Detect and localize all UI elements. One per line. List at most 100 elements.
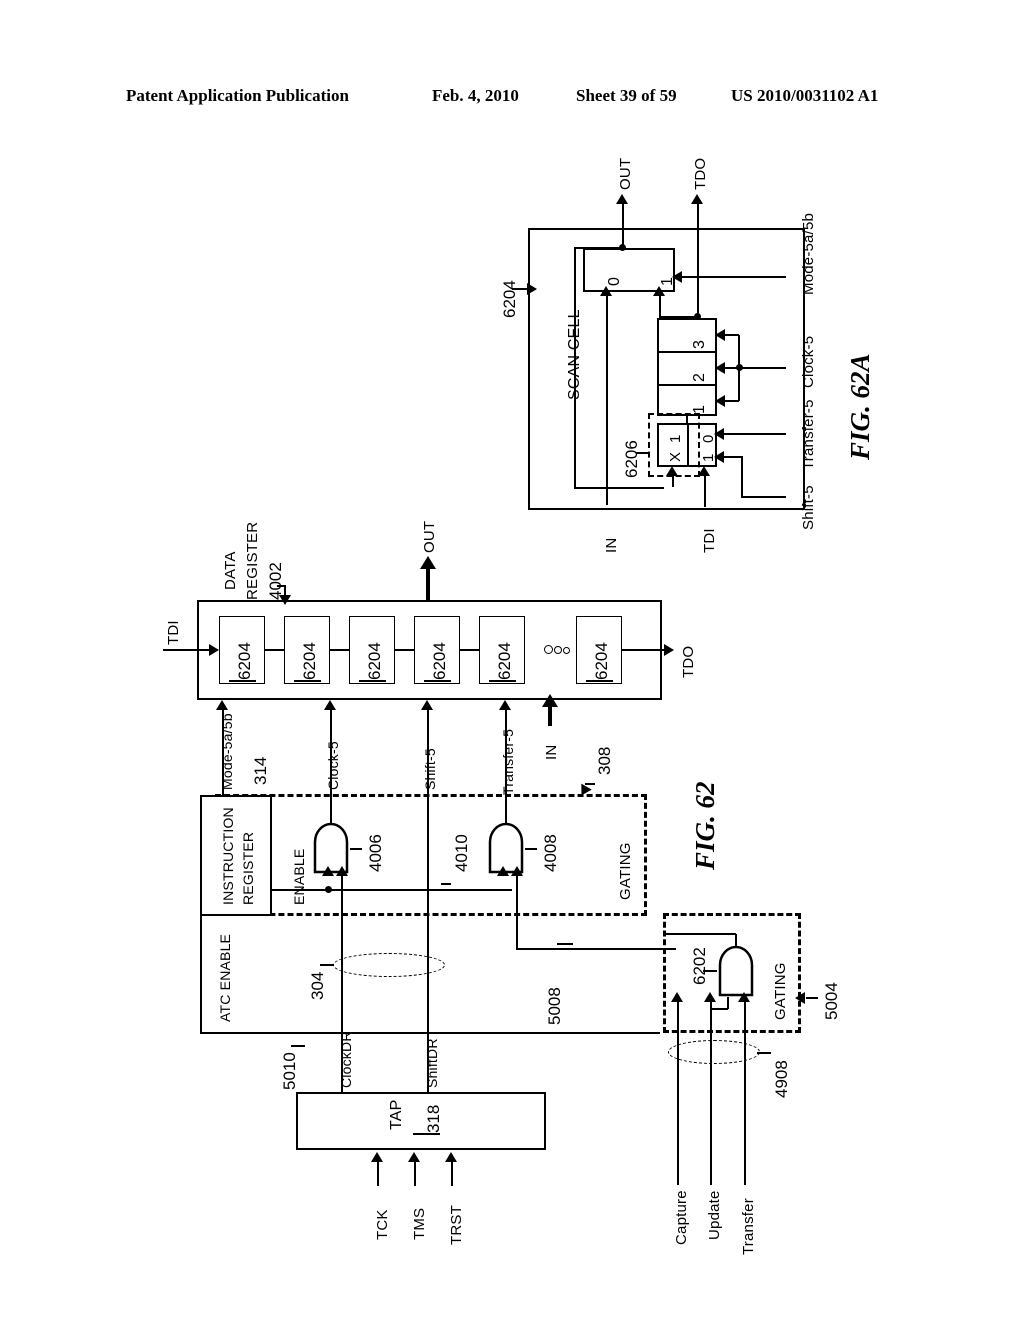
- scan-cell-2-label: 6204: [300, 642, 319, 680]
- transfer-5-arrow: [714, 428, 724, 440]
- clock-5-arrow-62: [324, 700, 336, 710]
- shift-5-wire: [741, 496, 786, 498]
- and-4006-input-b-arrow: [336, 866, 348, 876]
- tdi-label-62: TDI: [165, 620, 182, 645]
- shift-5-arrow-62: [421, 700, 433, 710]
- enable-bus-junction: [325, 886, 332, 893]
- in-arrow-62: [542, 694, 558, 707]
- capture-arrow: [671, 992, 683, 1002]
- mux-feedback-arrow: [666, 466, 678, 476]
- instruction-register-box: [200, 795, 272, 916]
- header-sheet: Sheet 39 of 59: [576, 86, 677, 105]
- leader-4006: [350, 848, 362, 850]
- underline-cell-6: [586, 680, 613, 682]
- in-arrow: [600, 286, 612, 296]
- shift-5-label-62: Shift-5: [422, 748, 438, 790]
- ellipsis-dot-3: [563, 647, 570, 654]
- out-arrow-62: [420, 556, 436, 569]
- transfer-label: Transfer: [740, 1198, 757, 1255]
- mode-5a5b-arrow-62: [216, 700, 228, 710]
- underline-cell-1: [229, 680, 256, 682]
- shift-5-vertical: [741, 456, 743, 497]
- scan-cell-3-label: 6204: [365, 642, 384, 680]
- instruction-register-line2: REGISTER: [240, 831, 256, 905]
- scan-cell-1-label: 6204: [235, 642, 254, 680]
- tdo-label-62: TDO: [680, 645, 697, 678]
- ref-4010: 4010: [452, 834, 471, 872]
- leader-304: [320, 964, 334, 966]
- transfer-arrow: [738, 992, 750, 1002]
- shift-5-label: Shift-5: [800, 485, 817, 530]
- fig-62-caption: FIG. 62: [690, 781, 720, 870]
- leader-4008: [525, 848, 537, 850]
- tdi-label-62a: TDI: [701, 528, 718, 553]
- tdi-arrow: [698, 466, 710, 476]
- in-label-62: IN: [543, 744, 560, 760]
- enable-label: ENABLE: [291, 848, 307, 905]
- capture-label: Capture: [673, 1190, 690, 1245]
- chain-link-1: [265, 649, 284, 651]
- atc-enable-left-edge: [200, 916, 202, 1034]
- mux0-feedback-vertical: [574, 248, 576, 488]
- clockdr-label: ClockDR: [338, 1031, 354, 1088]
- ref-6206: 6206: [622, 440, 641, 478]
- ref-5004: 5004: [822, 982, 841, 1020]
- and-6202-input-link: [710, 1008, 728, 1010]
- out-wire-62: [426, 568, 430, 600]
- and-4008-input-b-horizontal: [516, 948, 676, 950]
- tdo-output-wire: [622, 649, 666, 651]
- and-gate-6202: [718, 945, 754, 997]
- leader-6206: [636, 452, 648, 454]
- leader-4010: [441, 883, 451, 885]
- shiftdr-label: ShiftDR: [424, 1038, 440, 1088]
- shift-register-box: [657, 318, 717, 416]
- mode-5a5b-label: Mode-5a/5b: [800, 212, 817, 295]
- tck-wire: [377, 1160, 379, 1186]
- ref-6202: 6202: [690, 947, 709, 985]
- transfer-wire: [744, 1000, 746, 1185]
- atc-enable-label: ATC ENABLE: [217, 933, 233, 1022]
- leader-5008: [557, 943, 573, 945]
- gating-308-box: [215, 794, 647, 916]
- leader-6202: [703, 970, 717, 972]
- tdo-label: TDO: [692, 157, 709, 190]
- underline-cell-3: [359, 680, 386, 682]
- trst-label: TRST: [448, 1205, 465, 1245]
- tap-box: [296, 1092, 546, 1150]
- mode-5a5b-arrow: [672, 271, 682, 283]
- and-4006-input-b-wire: [341, 876, 343, 996]
- leader-arrow-6204: [527, 283, 537, 295]
- mux1-input-arrow: [653, 286, 665, 296]
- tdo-output-arrow: [664, 644, 674, 656]
- tck-label: TCK: [374, 1209, 391, 1240]
- capture-wire: [677, 1000, 679, 1185]
- update-arrow: [704, 992, 716, 1002]
- update-label: Update: [706, 1190, 723, 1240]
- chain-link-4: [460, 649, 479, 651]
- tdi-input-wire: [163, 649, 211, 651]
- and-4008-input-a-arrow: [497, 866, 509, 876]
- clock-5-arrow-3: [715, 329, 725, 341]
- tck-arrow: [371, 1152, 383, 1162]
- underline-cell-5: [489, 680, 516, 682]
- chain-link-2: [330, 649, 349, 651]
- header-date: Feb. 4, 2010: [432, 86, 519, 105]
- trst-arrow: [445, 1152, 457, 1162]
- clock-5-label-62: Clock-5: [325, 741, 341, 790]
- shift-register-divider-1: [657, 351, 717, 353]
- atc-enable-bottom-edge: [200, 1032, 660, 1034]
- leader-308-a: [585, 783, 595, 785]
- underline-cell-2: [294, 680, 321, 682]
- fig-62a-caption: FIG. 62A: [845, 353, 875, 460]
- out-arrow: [616, 194, 628, 204]
- shift-stage-3: 3: [691, 339, 708, 349]
- out-junction-dot: [619, 244, 626, 251]
- bus-ellipse-4908: [668, 1040, 760, 1064]
- header-publication: Patent Application Publication: [126, 86, 349, 105]
- and-6202-output-wire: [735, 934, 737, 946]
- shift-register-divider-2: [657, 384, 717, 386]
- transfer-5-label: Transfer-5: [800, 399, 817, 470]
- transfer-5-wire: [718, 433, 786, 435]
- ref-304: 304: [308, 971, 327, 1000]
- and-4008-input-b-arrow: [511, 866, 523, 876]
